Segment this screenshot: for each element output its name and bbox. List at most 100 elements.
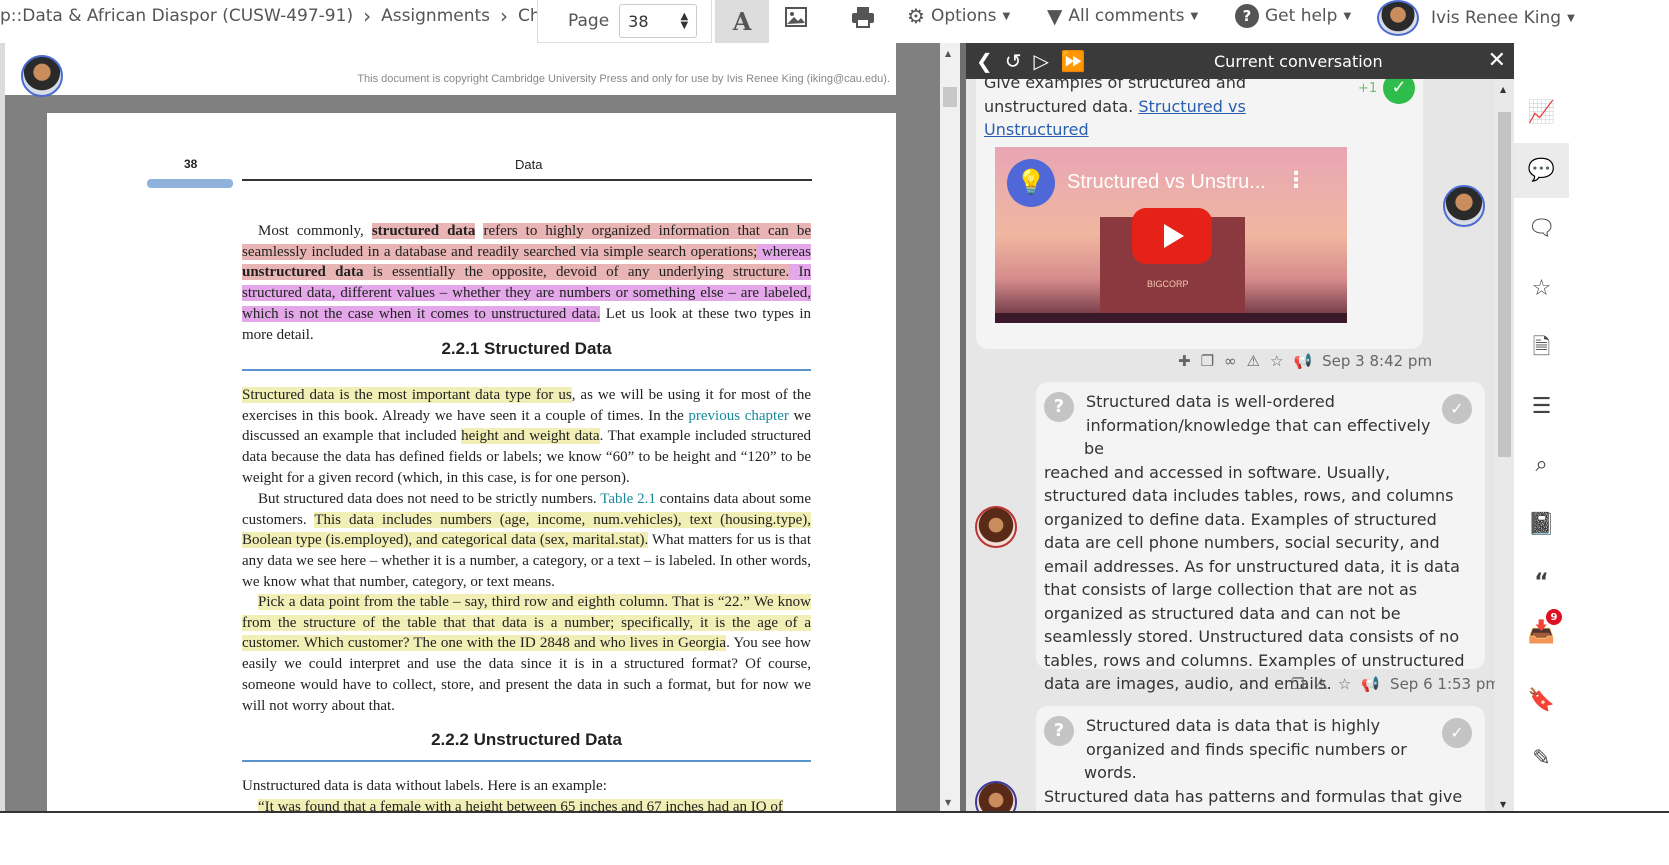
play-button[interactable]	[1132, 208, 1212, 264]
page-number-input[interactable]: 38 ▲ ▼	[619, 4, 698, 38]
breadcrumb-assignments[interactable]: Assignments	[381, 6, 490, 26]
copy-icon[interactable]: ❐	[1291, 675, 1304, 693]
link-icon[interactable]: ∞	[1224, 352, 1237, 370]
paragraph-1[interactable]: Most commonly, structured data refers to…	[242, 221, 812, 345]
breadcrumb-course[interactable]: p::Data & African Diaspor (CUSW-497-91)	[0, 6, 353, 26]
scroll-up-icon[interactable]: ▲	[1500, 85, 1506, 94]
star-icon[interactable]: ☆	[1270, 352, 1283, 370]
options-label: Options	[930, 6, 997, 26]
scroll-down-icon[interactable]: ▼	[1500, 800, 1506, 809]
reading-progress-bar	[147, 179, 233, 188]
star-icon[interactable]: ☆	[1514, 261, 1569, 316]
conversation-nav: ❮ ↺ ▷ ⏩	[976, 49, 1086, 73]
highlight-yellow-2[interactable]: height and weight data	[461, 428, 600, 445]
reply-actions: ❐ ⚠ ☆ 📢 Sep 6 1:53 pm	[1291, 675, 1500, 693]
post-bubble: Give examples of structured and unstruct…	[976, 63, 1423, 349]
undo-icon[interactable]: ↺	[1005, 49, 1022, 73]
play-icon[interactable]: ▷	[1034, 49, 1049, 73]
paragraph-4[interactable]: Pick a data point from the table – say, …	[242, 592, 811, 716]
bookmark-icon[interactable]: 🔖	[1514, 673, 1569, 728]
document-viewer: This document is copyright Cambridge Uni…	[0, 43, 940, 813]
highlight-red-2[interactable]: is essentially the opposite, devoid of a…	[363, 264, 790, 281]
megaphone-icon[interactable]: 📢	[1293, 352, 1312, 370]
post-text: Give examples of structured and unstruct…	[984, 71, 1334, 142]
caret-down-icon: ▼	[1190, 10, 1199, 22]
term-structured-data[interactable]: structured data	[371, 223, 476, 239]
page-selector: Page 38 ▲ ▼	[537, 0, 712, 43]
help-icon: ?	[1235, 4, 1259, 28]
quote-icon[interactable]: “	[1514, 555, 1569, 610]
back-icon[interactable]: ❮	[976, 49, 993, 73]
conversation-scroll-thumb[interactable]	[1498, 112, 1511, 457]
warning-icon[interactable]: ⚠	[1314, 675, 1327, 693]
question-mark-icon: ?	[1044, 716, 1074, 746]
video-title[interactable]: Structured vs Unstru...	[1067, 171, 1266, 195]
font-size-icon[interactable]: A	[715, 0, 769, 43]
channel-logo-icon[interactable]: 💡	[1007, 159, 1055, 207]
user-name: Ivis Renee King	[1431, 8, 1562, 28]
reply-bubble: ? Structured data is well-ordered inform…	[1036, 382, 1485, 693]
video-sign: BIGCORP	[1147, 279, 1189, 289]
paragraph-2[interactable]: Structured data is the most important da…	[242, 385, 811, 489]
video-embed[interactable]: BIGCORP 💡 Structured vs Unstru... ⋮	[995, 147, 1347, 323]
user-menu[interactable]: Ivis Renee King ▼	[1377, 0, 1575, 36]
question-mark-icon: ?	[1044, 392, 1074, 422]
document-scroll-thumb[interactable]	[943, 87, 957, 107]
term-unstructured-data[interactable]: unstructured data	[242, 264, 364, 281]
p1-text-d[interactable]: whereas	[757, 243, 811, 260]
copyright-header: This document is copyright Cambridge Uni…	[5, 43, 896, 97]
user-avatar	[1377, 0, 1419, 36]
notebook-icon[interactable]: 📓	[1514, 497, 1569, 552]
print-icon[interactable]	[849, 0, 877, 33]
stepper-icon[interactable]: ▲ ▼	[680, 12, 688, 31]
reader-avatar[interactable]	[21, 55, 63, 97]
previous-chapter-link[interactable]: previous chapter	[688, 408, 788, 424]
reply-author-avatar[interactable]	[975, 506, 1017, 548]
search-icon[interactable]: ⌕	[1514, 437, 1569, 492]
help-menu[interactable]: ? Get help ▼	[1235, 4, 1351, 28]
options-menu[interactable]: ⚙ Options ▼	[907, 4, 1010, 28]
megaphone-icon[interactable]: 📢	[1361, 675, 1380, 693]
chevron-right-icon: ›	[500, 4, 509, 28]
conversation-scrollbar[interactable]: ▲ ▼	[1495, 79, 1514, 813]
section-heading-structured: 2.2.1 Structured Data	[242, 339, 811, 371]
page-label: Page	[568, 11, 610, 31]
reply-text: ? Structured data is data that is highly…	[1044, 714, 1474, 813]
paragraph-3[interactable]: But structured data does not need to be …	[242, 489, 811, 593]
image-icon[interactable]	[782, 0, 810, 33]
caret-down-icon: ▼	[1002, 10, 1011, 22]
section-heading-unstructured: 2.2.2 Unstructured Data	[242, 730, 811, 762]
table-2-1-link[interactable]: Table 2.1	[600, 491, 656, 507]
p3-text-a: But structured data does not need to be …	[258, 491, 601, 507]
conversation-panel: Give examples of structured and unstruct…	[966, 43, 1514, 813]
author-avatar[interactable]	[1443, 185, 1485, 227]
conversation-icon[interactable]: 💬	[1514, 143, 1569, 198]
reply-text-first: Structured data is well-ordered informat…	[1084, 392, 1431, 458]
paragraph-5[interactable]: Unstructured data is data without labels…	[242, 776, 811, 797]
scroll-down-icon[interactable]: ▼	[945, 798, 951, 807]
reply-date: Sep 6 1:53 pm	[1390, 675, 1500, 693]
reply-text-rest: Structured data has patterns and formula…	[1044, 786, 1463, 814]
analytics-icon[interactable]: 📈	[1514, 85, 1569, 140]
list-icon[interactable]: ☰	[1514, 379, 1569, 434]
check-circle-icon[interactable]: ✓	[1442, 394, 1472, 424]
copy-icon[interactable]: ❐	[1201, 352, 1214, 370]
document-scrollbar[interactable]: ▲ ▼	[940, 43, 960, 813]
conversations-icon[interactable]: 🗨	[1514, 201, 1569, 256]
reply-author-avatar[interactable]	[975, 781, 1017, 813]
check-circle-icon[interactable]: ✓	[1442, 718, 1472, 748]
star-icon[interactable]: ☆	[1338, 675, 1351, 693]
warning-icon[interactable]: ⚠	[1247, 352, 1260, 370]
highlight-yellow-1[interactable]: Structured data is the most important da…	[242, 387, 572, 403]
inbox-icon[interactable]: 📥 9	[1514, 605, 1569, 660]
comments-filter-menu[interactable]: ▼ All comments ▼	[1047, 4, 1198, 28]
more-options-icon[interactable]: ⋮	[1285, 169, 1307, 193]
puzzle-icon[interactable]: ✚	[1178, 352, 1191, 370]
document-icon[interactable]: 🗎	[1514, 321, 1569, 376]
scroll-up-icon[interactable]: ▲	[945, 49, 951, 58]
reply-bubble: ? Structured data is data that is highly…	[1036, 706, 1485, 813]
conversation-title: Current conversation	[1214, 52, 1383, 71]
fast-forward-icon[interactable]: ⏩	[1061, 49, 1086, 73]
pencil-icon[interactable]: ✎	[1514, 731, 1569, 786]
close-icon[interactable]: ✕	[1488, 48, 1506, 73]
